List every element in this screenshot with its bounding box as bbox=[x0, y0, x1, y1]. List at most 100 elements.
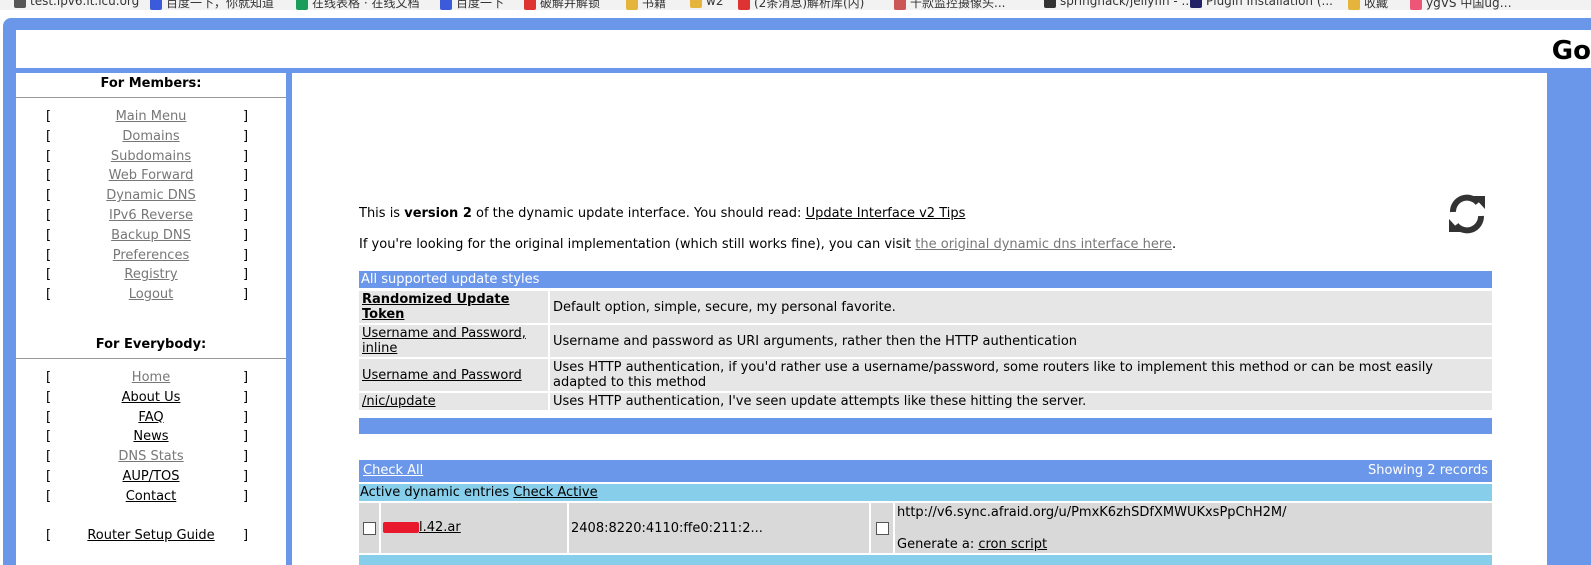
bookmark-item[interactable]: 收藏 bbox=[1348, 0, 1388, 10]
sidebar-link[interactable]: Domains bbox=[61, 129, 241, 144]
sidebar-item-main-menu: [Main Menu] bbox=[16, 109, 286, 127]
sidebar-link[interactable]: Home bbox=[61, 370, 241, 385]
bracket-right: ] bbox=[243, 128, 249, 144]
sidebar-link[interactable]: Contact bbox=[61, 489, 241, 504]
bookmark-favicon-icon bbox=[738, 0, 750, 10]
style-name-link[interactable]: Randomized Update Token bbox=[362, 292, 509, 322]
bracket-left: [ bbox=[46, 109, 52, 124]
orig-pre: If you're looking for the original imple… bbox=[359, 237, 916, 252]
bracket-right: ] bbox=[243, 247, 249, 263]
bookmark-item[interactable]: 破解并解锁 bbox=[524, 0, 600, 10]
bookmark-item[interactable]: 在线表格 · 在线文档 bbox=[296, 0, 419, 10]
check-all-link[interactable]: Check All bbox=[363, 463, 423, 478]
bracket-right: ] bbox=[243, 267, 249, 283]
domain-link[interactable]: l.42.ar bbox=[419, 520, 461, 535]
sidebar: For Members: [ Main Menu] [ Domains] [ Subdom… bbox=[16, 73, 286, 565]
table-row: Randomized Update Token Default option, s… bbox=[359, 291, 1492, 323]
bookmark-favicon-icon bbox=[1190, 0, 1202, 8]
sidebar-link[interactable]: FAQ bbox=[61, 410, 241, 425]
sidebar-link[interactable]: DNS Stats bbox=[61, 449, 241, 464]
refresh-icon[interactable] bbox=[1447, 193, 1487, 235]
sidebar-link[interactable]: Dynamic DNS bbox=[61, 188, 241, 203]
bookmark-item[interactable]: (2条消息)解析库(内) bbox=[738, 0, 864, 10]
update-interface-tips-link[interactable]: Update Interface v2 Tips bbox=[806, 206, 966, 221]
table-row: Username and Password Uses HTTP authentic… bbox=[359, 359, 1492, 391]
bookmark-favicon-icon bbox=[626, 0, 638, 10]
generate-text: Generate a: cron script bbox=[897, 537, 1047, 552]
bookmark-item[interactable]: 千款监控摄像头... bbox=[894, 0, 1005, 10]
bookmark-label: springhack/jellyfin - ... bbox=[1060, 0, 1193, 8]
style-description: Uses HTTP authentication, I've seen upda… bbox=[550, 393, 1492, 410]
divider bbox=[16, 358, 286, 359]
bookmark-favicon-icon bbox=[1410, 0, 1422, 10]
bracket-right: ] bbox=[243, 227, 249, 243]
site-logo[interactable]: Go bbox=[1552, 36, 1591, 66]
styles-footer-bar bbox=[359, 418, 1492, 434]
bracket-right: ] bbox=[243, 208, 249, 223]
url-checkbox[interactable] bbox=[876, 522, 889, 535]
style-name-link[interactable]: /nic/update bbox=[362, 394, 436, 409]
style-name-link[interactable]: Username and Password bbox=[362, 368, 522, 383]
bookmark-item[interactable]: ygVS 中国ug… bbox=[1410, 0, 1512, 10]
sidebar-link[interactable]: Main Menu bbox=[61, 109, 241, 124]
sidebar-link[interactable]: Web Forward bbox=[61, 168, 241, 183]
sidebar-link[interactable]: Logout bbox=[61, 287, 241, 302]
bookmark-favicon-icon bbox=[524, 0, 536, 10]
bookmark-label: Plugin Installation (... bbox=[1206, 0, 1333, 8]
update-url[interactable]: http://v6.sync.afraid.org/u/PmxK6zhSDfXM… bbox=[897, 505, 1287, 520]
bracket-right: ] bbox=[243, 528, 249, 543]
bookmark-label: 破解并解锁 bbox=[540, 0, 601, 10]
cron-script-link[interactable]: cron script bbox=[978, 537, 1047, 552]
table-row: Username and Password, inline Username an… bbox=[359, 325, 1492, 357]
sidebar-link[interactable]: Subdomains bbox=[61, 149, 241, 164]
members-title: For Members: bbox=[100, 76, 202, 91]
original-dns-interface-link[interactable]: the original dynamic dns interface here bbox=[915, 237, 1172, 252]
row-checkbox[interactable] bbox=[363, 522, 376, 535]
router-setup-guide-link[interactable]: Router Setup Guide bbox=[61, 528, 241, 543]
active-entries-row: Active dynamic entries Check Active bbox=[359, 484, 1492, 501]
sidebar-link[interactable]: Registry bbox=[61, 267, 241, 282]
bookmark-item[interactable]: 书籍 bbox=[626, 0, 666, 10]
bookmark-label: (2条消息)解析库(内) bbox=[754, 0, 865, 10]
sidebar-link[interactable]: Preferences bbox=[61, 248, 241, 263]
bookmark-favicon-icon bbox=[150, 0, 162, 10]
bracket-left: [ bbox=[46, 267, 52, 283]
style-description: Username and password as URI arguments, … bbox=[550, 325, 1492, 357]
style-name-link[interactable]: Username and Password, inline bbox=[362, 326, 526, 356]
bookmark-favicon-icon bbox=[690, 0, 702, 8]
bracket-left: [ bbox=[46, 148, 52, 164]
sidebar-link[interactable]: Backup DNS bbox=[61, 228, 241, 243]
original-interface-text: If you're looking for the original imple… bbox=[359, 237, 1176, 252]
sidebar-link[interactable]: About Us bbox=[61, 390, 241, 405]
sidebar-link[interactable]: News bbox=[61, 429, 241, 444]
bookmark-label: w2 bbox=[706, 0, 724, 8]
sidebar-link[interactable]: IPv6 Reverse bbox=[61, 208, 241, 223]
bookmark-label: 收藏 bbox=[1364, 0, 1389, 10]
sidebar-item-dynamic-dns: [Dynamic DNS] bbox=[16, 188, 286, 206]
redacted-block bbox=[383, 522, 419, 533]
sidebar-item-about-us: [About Us] bbox=[16, 390, 286, 408]
bookmark-item[interactable]: springhack/jellyfin - ... bbox=[1044, 0, 1193, 8]
bracket-left: [ bbox=[46, 429, 52, 445]
check-active-link[interactable]: Check Active bbox=[513, 485, 597, 500]
bookmark-label: 千款监控摄像头... bbox=[910, 0, 1006, 10]
update-styles-table: Randomized Update Token Default option, s… bbox=[359, 289, 1492, 412]
bookmark-item[interactable]: 百度一下 bbox=[440, 0, 504, 10]
bookmark-item[interactable]: w2 bbox=[690, 0, 723, 8]
site-header: Go bbox=[16, 30, 1591, 68]
records-count: Showing 2 records bbox=[1367, 463, 1488, 478]
bottom-strip bbox=[359, 555, 1492, 565]
sidebar-item-faq: [FAQ] bbox=[16, 410, 286, 428]
bookmark-item[interactable]: test.ipv6.lt.icu.org bbox=[14, 0, 139, 8]
intro-text: This is version 2 of the dynamic update … bbox=[359, 206, 965, 221]
bookmark-label: 百度一下 bbox=[456, 0, 505, 10]
bracket-right: ] bbox=[243, 287, 249, 303]
sidebar-item-registry: [ Registry] bbox=[16, 267, 286, 285]
bookmark-label: ygVS 中国ug… bbox=[1426, 0, 1512, 10]
bookmark-item[interactable]: Plugin Installation (... bbox=[1190, 0, 1333, 8]
sidebar-link[interactable]: AUP/TOS bbox=[61, 469, 241, 484]
bookmark-item[interactable]: 百度一下，你就知道 bbox=[150, 0, 274, 10]
domain-cell: l.42.ar bbox=[381, 503, 567, 553]
everybody-title: For Everybody: bbox=[95, 337, 207, 352]
styles-header-label: All supported update styles bbox=[361, 272, 540, 287]
